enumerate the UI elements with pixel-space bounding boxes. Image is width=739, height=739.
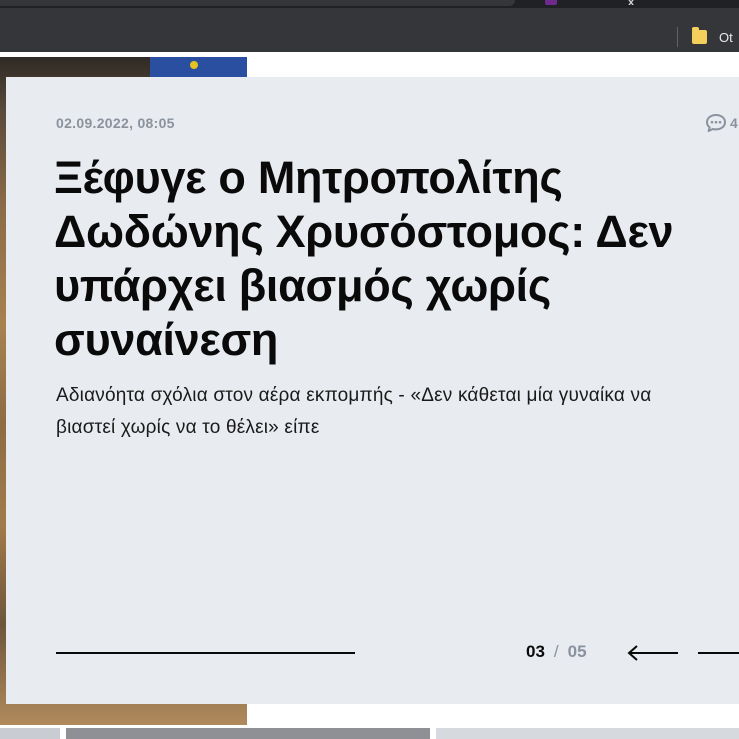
- article-date: 02.09.2022, 08:05: [56, 115, 175, 131]
- tab-close-icon[interactable]: x: [623, 0, 639, 8]
- browser-tab-active[interactable]: [0, 0, 515, 6]
- thumbnail-3[interactable]: [436, 728, 739, 739]
- bookmark-other[interactable]: Ot: [692, 26, 733, 48]
- featured-slide-card[interactable]: 02.09.2022, 08:05 4 Ξέφυγε ο Μητροπολίτη…: [6, 77, 739, 704]
- article-subtitle: Αδιανόητα σχόλια στον αέρα εκπομπής - «Δ…: [56, 385, 652, 438]
- slide-total: 05: [567, 642, 587, 661]
- arrow-right-icon[interactable]: [698, 643, 739, 663]
- tab-favicon-icon: [545, 0, 557, 5]
- slide-current: 03: [526, 642, 545, 661]
- bookmark-label: Ot: [719, 29, 733, 45]
- speech-bubble-icon: [706, 114, 726, 132]
- comments-count: 4: [730, 115, 738, 131]
- photo-flag-detail: [150, 57, 247, 79]
- article-headline[interactable]: Ξέφυγε ο Μητροπολίτης Δωδώνης Χρυσόστομο…: [54, 151, 739, 367]
- slide-progress-bar: [56, 652, 355, 654]
- slide-counter: 03 / 05: [526, 642, 587, 662]
- thumbnail-2[interactable]: [66, 728, 430, 739]
- folder-icon: [692, 27, 707, 44]
- thumbnail-1[interactable]: [0, 728, 60, 739]
- bookmarks-bar: Ot: [0, 8, 739, 52]
- slide-counter-separator: /: [553, 642, 559, 661]
- bookmarks-divider: [677, 27, 678, 47]
- thumbnail-strip: [0, 728, 739, 739]
- comments-link[interactable]: 4: [705, 113, 738, 133]
- browser-tab-strip: x: [0, 0, 739, 8]
- arrow-left-icon[interactable]: [626, 643, 682, 663]
